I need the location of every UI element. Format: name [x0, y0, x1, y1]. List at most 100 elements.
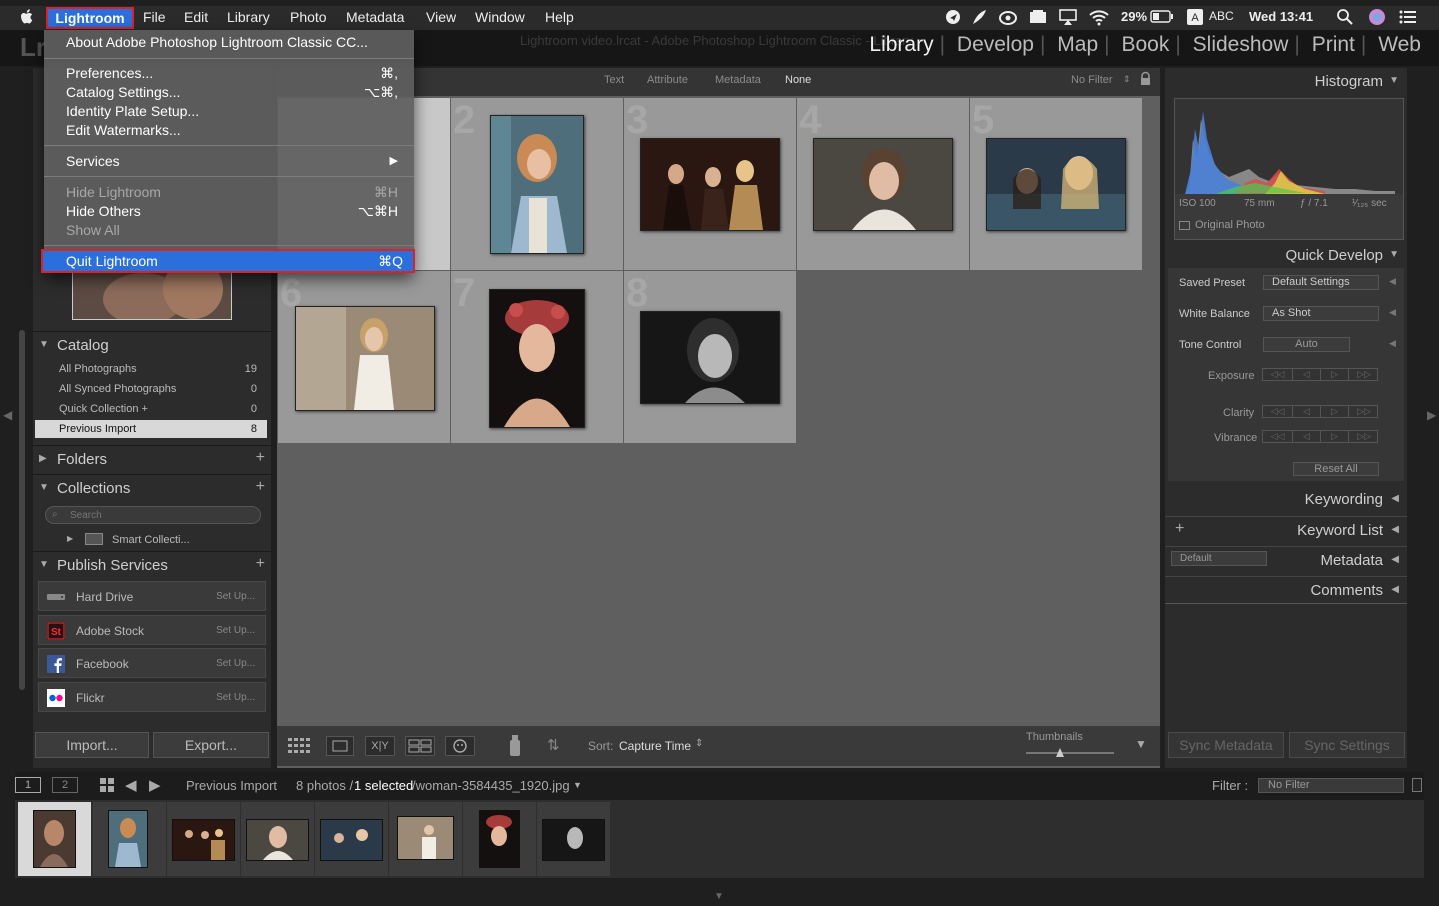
- photo-thumbnail[interactable]: [986, 138, 1126, 231]
- menu-item-identity-plate[interactable]: Identity Plate Setup...: [66, 103, 199, 119]
- photo-thumbnail[interactable]: [640, 311, 780, 404]
- comments-header[interactable]: Comments ◀: [1165, 576, 1407, 604]
- grid-cell[interactable]: 7: [451, 271, 623, 443]
- menu-item-edit-watermarks[interactable]: Edit Watermarks...: [66, 122, 181, 138]
- step-down-icon[interactable]: ◁: [1293, 368, 1321, 381]
- catalog-all-synced[interactable]: All Synced Photographs 0: [35, 379, 267, 399]
- disclosure-triangle-icon[interactable]: ◀: [1389, 338, 1396, 349]
- disclosure-triangle-icon[interactable]: ◀: [1389, 307, 1396, 318]
- module-book[interactable]: Book: [1121, 33, 1169, 56]
- menu-metadata[interactable]: Metadata: [346, 9, 404, 25]
- airplay-icon[interactable]: [1058, 8, 1078, 29]
- original-photo-checkbox[interactable]: [1179, 221, 1190, 230]
- setup-link[interactable]: Set Up...: [216, 625, 255, 636]
- photo-thumbnail[interactable]: [640, 138, 780, 231]
- filter-lock-icon[interactable]: [1412, 778, 1422, 792]
- menu-edit[interactable]: Edit: [184, 9, 208, 25]
- photo-thumbnail[interactable]: [813, 138, 953, 231]
- module-library[interactable]: Library: [869, 33, 933, 56]
- filter-none[interactable]: None: [785, 74, 811, 86]
- lock-icon[interactable]: [1140, 71, 1151, 86]
- left-panel-scrollbar[interactable]: [19, 330, 25, 690]
- step-down-icon[interactable]: ◁: [1293, 430, 1321, 443]
- sort-dropdown[interactable]: Capture Time: [619, 739, 691, 753]
- module-web[interactable]: Web: [1378, 33, 1421, 56]
- step-up-icon[interactable]: ▷: [1321, 405, 1349, 418]
- histogram-header[interactable]: Histogram ▼: [1165, 68, 1407, 96]
- auto-tone-button[interactable]: Auto: [1263, 337, 1350, 352]
- back-arrow-icon[interactable]: ◀: [125, 776, 137, 794]
- step-up-large-icon[interactable]: ▷▷: [1349, 430, 1379, 443]
- filmstrip-thumb[interactable]: [537, 802, 610, 876]
- sync-metadata-button[interactable]: Sync Metadata: [1168, 732, 1284, 758]
- menu-item-hide-others[interactable]: Hide Others: [66, 203, 141, 219]
- vibrance-step-buttons[interactable]: ◁◁ ◁ ▷ ▷▷: [1262, 430, 1378, 443]
- creative-cloud-icon[interactable]: [998, 8, 1018, 29]
- menu-view[interactable]: View: [426, 9, 456, 25]
- compare-view-icon[interactable]: X|Y: [365, 736, 395, 756]
- menu-file[interactable]: File: [143, 9, 166, 25]
- main-window-button[interactable]: 1: [15, 777, 41, 793]
- grid-cell[interactable]: 8: [624, 271, 796, 443]
- sync-settings-button[interactable]: Sync Settings: [1289, 732, 1405, 758]
- left-panel-toggle-icon[interactable]: ◀: [3, 408, 12, 422]
- keywording-header[interactable]: Keywording ◀: [1165, 486, 1407, 514]
- navigator-preview[interactable]: [72, 259, 232, 325]
- catalog-header[interactable]: ▼ Catalog: [33, 331, 271, 359]
- histogram[interactable]: ISO 100 75 mm ƒ / 7.1 ¹⁄₁₂₅ sec Original…: [1174, 98, 1404, 240]
- menu-item-preferences[interactable]: Preferences...: [66, 65, 153, 81]
- white-balance-dropdown[interactable]: As Shot: [1263, 306, 1379, 321]
- feather-icon[interactable]: [970, 8, 988, 29]
- spotlight-icon[interactable]: [1336, 8, 1354, 29]
- menu-library[interactable]: Library: [227, 9, 270, 25]
- export-button[interactable]: Export...: [153, 732, 269, 758]
- publish-adobe-stock[interactable]: St Adobe Stock Set Up...: [38, 615, 266, 645]
- filmstrip-thumb[interactable]: [315, 802, 388, 876]
- publish-facebook[interactable]: Facebook Set Up...: [38, 648, 266, 678]
- filmstrip-thumb[interactable]: [167, 802, 240, 876]
- filmstrip-toggle-icon[interactable]: ▼: [714, 891, 724, 902]
- keyword-list-header[interactable]: + Keyword List ◀: [1165, 516, 1407, 544]
- metadata-header[interactable]: Default Metadata ◀: [1165, 546, 1407, 574]
- module-slideshow[interactable]: Slideshow: [1193, 33, 1289, 56]
- add-keyword-icon[interactable]: +: [1175, 520, 1184, 538]
- module-map[interactable]: Map: [1057, 33, 1098, 56]
- step-up-large-icon[interactable]: ▷▷: [1349, 405, 1379, 418]
- reset-all-button[interactable]: Reset All: [1293, 462, 1379, 476]
- grid-cell[interactable]: 4: [797, 98, 969, 270]
- selected-filename[interactable]: /woman-3584435_1920.jpg: [412, 778, 570, 793]
- clarity-step-buttons[interactable]: ◁◁ ◁ ▷ ▷▷: [1262, 405, 1378, 418]
- toolbar-menu-icon[interactable]: ▼: [1135, 737, 1147, 751]
- add-publish-service-icon[interactable]: +: [256, 555, 265, 573]
- step-down-large-icon[interactable]: ◁◁: [1263, 368, 1293, 381]
- filter-attribute[interactable]: Attribute: [647, 74, 688, 86]
- photo-thumbnail[interactable]: [490, 115, 584, 254]
- menu-window[interactable]: Window: [475, 9, 525, 25]
- menu-help[interactable]: Help: [545, 9, 574, 25]
- menu-item-catalog-settings[interactable]: Catalog Settings...: [66, 84, 180, 100]
- filmstrip-thumb[interactable]: [241, 802, 314, 876]
- grid-cell[interactable]: 5: [970, 98, 1142, 270]
- exposure-step-buttons[interactable]: ◁◁ ◁ ▷ ▷▷: [1262, 368, 1378, 381]
- step-down-icon[interactable]: ◁: [1293, 405, 1321, 418]
- setup-link[interactable]: Set Up...: [216, 692, 255, 703]
- catalog-all-photographs[interactable]: All Photographs 19: [35, 359, 267, 379]
- menu-item-services[interactable]: Services: [66, 153, 120, 169]
- loupe-view-icon[interactable]: [326, 736, 354, 756]
- disclosure-triangle-icon[interactable]: ◀: [1389, 276, 1396, 287]
- setup-link[interactable]: Set Up...: [216, 658, 255, 669]
- catalog-quick-collection[interactable]: Quick Collection +0: [35, 399, 267, 419]
- catalog-previous-import[interactable]: Previous Import 8: [35, 420, 267, 438]
- siri-icon[interactable]: [1368, 8, 1386, 29]
- collections-header[interactable]: ▼ Collections +: [33, 474, 271, 502]
- grid-cell[interactable]: 3: [624, 98, 796, 270]
- menu-item-about[interactable]: About Adobe Photoshop Lightroom Classic …: [66, 34, 368, 50]
- saved-preset-dropdown[interactable]: Default Settings: [1263, 275, 1379, 290]
- step-up-icon[interactable]: ▷: [1321, 430, 1349, 443]
- wifi-icon[interactable]: [1088, 8, 1110, 29]
- setup-link[interactable]: Set Up...: [216, 591, 255, 602]
- filmstrip-thumb[interactable]: [463, 802, 536, 876]
- publish-hard-drive[interactable]: Hard Drive Set Up...: [38, 581, 266, 611]
- location-icon[interactable]: [944, 8, 962, 29]
- menu-extras-icon[interactable]: [1028, 8, 1048, 29]
